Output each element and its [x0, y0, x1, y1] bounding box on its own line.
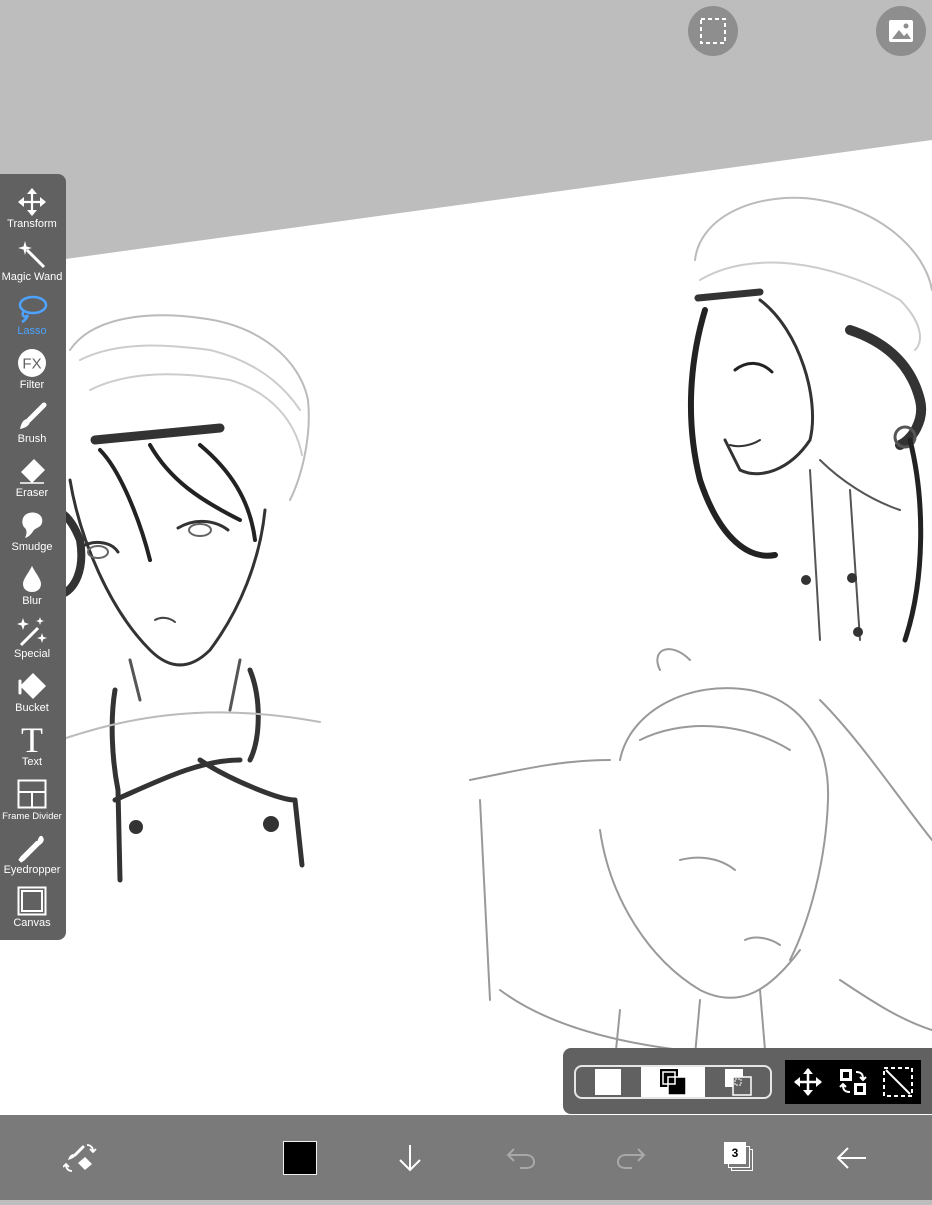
frame-divider-icon — [17, 779, 47, 809]
tool-label: Eyedropper — [3, 864, 61, 876]
tool-label: Canvas — [13, 917, 51, 929]
selection-mode-button[interactable] — [688, 6, 738, 56]
selection-icon — [700, 18, 726, 44]
tool-label: Lasso — [17, 325, 47, 337]
layers-button[interactable]: 3 — [715, 1128, 765, 1188]
subtract-selection-icon — [724, 1069, 752, 1096]
bottom-toolbar: 3 — [0, 1115, 932, 1200]
tool-label: Magic Wand — [1, 271, 63, 283]
sparkle-icon — [17, 617, 47, 647]
tool-label: Transform — [7, 218, 57, 230]
tool-label: Filter — [19, 379, 45, 391]
tool-text[interactable]: T Text — [0, 720, 64, 773]
back-button[interactable] — [827, 1128, 877, 1188]
drawing-canvas[interactable] — [0, 0, 932, 1200]
add-selection-button[interactable] — [640, 1067, 706, 1097]
canvas-paper — [0, 140, 932, 1200]
selection-panel — [563, 1048, 932, 1114]
brush-icon — [20, 402, 47, 429]
redo-icon — [616, 1148, 646, 1169]
tool-label: Frame Divider — [2, 811, 62, 822]
subtract-selection-button[interactable] — [705, 1067, 770, 1097]
svg-text:FX: FX — [22, 356, 41, 373]
tool-smudge[interactable]: Smudge — [0, 505, 64, 558]
eraser-icon — [20, 459, 45, 484]
layers-icon: 3 — [724, 1142, 756, 1174]
tool-eraser[interactable]: Eraser — [0, 451, 64, 504]
image-gallery-icon — [889, 20, 913, 42]
tool-label: Eraser — [15, 487, 49, 499]
tool-special[interactable]: Special — [0, 612, 64, 665]
lasso-icon — [18, 295, 48, 324]
tool-filter[interactable]: FX Filter — [0, 343, 64, 396]
magic-wand-icon — [18, 241, 46, 269]
tool-bucket[interactable]: Bucket — [0, 666, 64, 719]
color-picker-button[interactable] — [275, 1128, 325, 1188]
move-selection-icon — [793, 1068, 822, 1096]
tool-label: Blur — [22, 595, 42, 607]
canvas-icon — [17, 886, 47, 916]
canvas-artwork — [0, 140, 932, 1200]
redo-button[interactable] — [606, 1128, 656, 1188]
tool-eyedropper[interactable]: Eyedropper — [0, 828, 64, 881]
selection-action-group — [785, 1060, 921, 1104]
tool-label: Text — [21, 756, 43, 768]
invert-selection-button[interactable] — [830, 1060, 875, 1104]
eyedropper-icon — [18, 835, 44, 863]
add-selection-icon — [660, 1069, 687, 1096]
tool-blur[interactable]: Blur — [0, 559, 64, 612]
current-color-swatch — [283, 1141, 317, 1175]
move-selection-button[interactable] — [785, 1060, 830, 1104]
tool-label: Brush — [17, 433, 47, 445]
smudge-icon — [22, 512, 43, 538]
move-arrows-icon — [18, 188, 46, 216]
undo-icon — [506, 1148, 536, 1169]
tool-transform[interactable]: Transform — [0, 182, 64, 235]
download-arrow-icon — [399, 1145, 421, 1172]
text-icon: T — [21, 720, 43, 760]
tool-frame-divider[interactable]: Frame Divider — [0, 774, 64, 827]
clear-selection-button[interactable] — [876, 1060, 921, 1104]
fx-icon: FX — [18, 349, 46, 377]
new-selection-button[interactable] — [576, 1067, 641, 1097]
tool-brush[interactable]: Brush — [0, 397, 64, 450]
tool-magic-wand[interactable]: Magic Wand — [0, 235, 64, 288]
back-arrow-icon — [836, 1147, 866, 1169]
undo-button[interactable] — [496, 1128, 546, 1188]
tool-label: Special — [13, 648, 51, 660]
invert-selection-icon — [839, 1069, 867, 1095]
tool-label: Smudge — [11, 541, 53, 553]
image-gallery-button[interactable] — [876, 6, 926, 56]
brush-eraser-swap-button[interactable] — [55, 1128, 105, 1188]
tool-label: Bucket — [15, 702, 49, 714]
bucket-icon — [18, 673, 46, 699]
clear-selection-icon — [883, 1067, 914, 1097]
brush-eraser-swap-icon — [63, 1144, 97, 1172]
new-selection-icon — [595, 1069, 622, 1095]
blur-drop-icon — [23, 566, 41, 592]
tool-lasso[interactable]: Lasso — [0, 289, 64, 342]
tool-canvas[interactable]: Canvas — [0, 881, 64, 934]
selection-mode-group — [574, 1065, 772, 1099]
tool-palette: Transform Magic Wand Lasso FX Filter Bru… — [0, 174, 66, 940]
download-button[interactable] — [385, 1128, 435, 1188]
layer-count: 3 — [731, 1146, 739, 1160]
